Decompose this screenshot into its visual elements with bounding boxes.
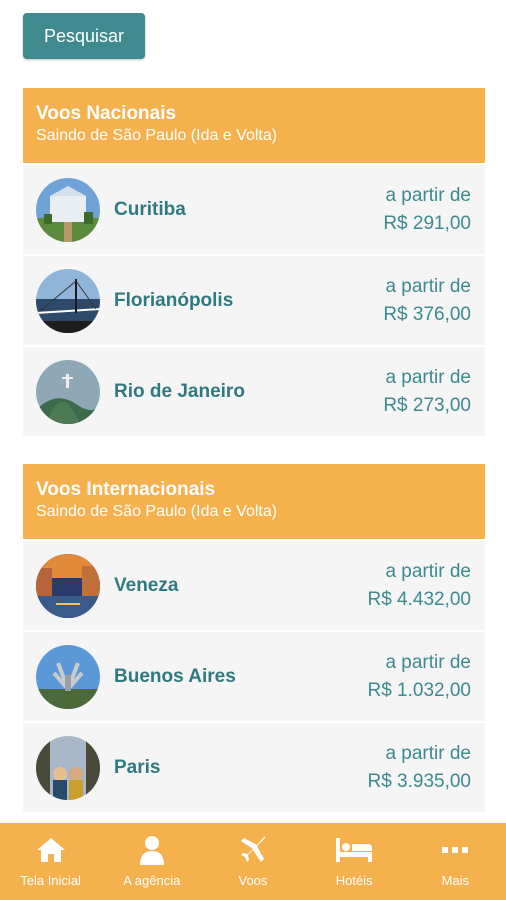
- destination-veneza[interactable]: Veneza a partir de R$ 4.432,00: [23, 541, 485, 630]
- section-title: Voos Internacionais: [36, 479, 216, 500]
- price-box: a partir de R$ 291,00: [383, 182, 471, 238]
- destination-name: Buenos Aires: [114, 665, 236, 687]
- nav-label: Mais: [441, 873, 470, 888]
- nav-item-voos[interactable]: Voos: [203, 835, 303, 888]
- destination-name: Curitiba: [114, 198, 186, 220]
- nav-item-tela-inicial[interactable]: Tela Inicial: [1, 835, 101, 888]
- rio-de-janeiro-photo: [36, 359, 100, 424]
- nav-label: Voos: [238, 873, 268, 888]
- price-box: a partir de R$ 273,00: [383, 364, 471, 420]
- nav-label: Tela Inicial: [20, 873, 81, 888]
- price-prefix: a partir de: [385, 651, 471, 673]
- curitiba-photo: [36, 177, 100, 242]
- price-prefix: a partir de: [385, 560, 471, 582]
- destination-paris[interactable]: Paris a partir de R$ 3.935,00: [23, 723, 485, 812]
- price-value: R$ 376,00: [383, 303, 471, 325]
- destination-name: Veneza: [114, 574, 179, 596]
- buenos-aires-photo: [36, 644, 100, 709]
- home-icon: [35, 835, 67, 865]
- nav-label: A agência: [123, 873, 181, 888]
- paris-photo: [36, 735, 100, 800]
- section-title: Voos Nacionais: [36, 103, 177, 124]
- price-prefix: a partir de: [385, 275, 471, 297]
- destination-curitiba[interactable]: Curitiba a partir de R$ 291,00: [23, 165, 485, 254]
- bottom-navigation: Tela Inicial A agência Voos Hotéis Mais: [0, 823, 506, 900]
- nav-item-a-agencia[interactable]: A agência: [102, 835, 202, 888]
- nav-label: Hotéis: [335, 873, 373, 888]
- price-box: a partir de R$ 3.935,00: [367, 740, 471, 796]
- section-subtitle: Saindo de São Paulo (Ida e Volta): [36, 503, 278, 520]
- veneza-photo: [36, 553, 100, 618]
- price-value: R$ 291,00: [383, 212, 471, 234]
- price-box: a partir de R$ 1.032,00: [367, 649, 471, 705]
- florianopolis-photo: [36, 268, 100, 333]
- price-prefix: a partir de: [385, 184, 471, 206]
- price-box: a partir de R$ 376,00: [383, 273, 471, 329]
- destination-name: Paris: [114, 756, 161, 778]
- price-box: a partir de R$ 4.432,00: [367, 558, 471, 614]
- section-header: Voos Internacionais Saindo de São Paulo …: [23, 464, 485, 539]
- price-value: R$ 1.032,00: [367, 679, 471, 701]
- price-value: R$ 273,00: [383, 394, 471, 416]
- price-prefix: a partir de: [385, 366, 471, 388]
- international-flights-section: Voos Internacionais Saindo de São Paulo …: [23, 464, 485, 812]
- user-icon: [138, 835, 166, 865]
- destination-buenos-aires[interactable]: Buenos Aires a partir de R$ 1.032,00: [23, 632, 485, 721]
- search-button[interactable]: Pesquisar: [23, 13, 145, 59]
- destination-name: Rio de Janeiro: [114, 380, 245, 402]
- more-icon: [441, 835, 469, 865]
- national-flights-section: Voos Nacionais Saindo de São Paulo (Ida …: [23, 88, 485, 436]
- section-subtitle: Saindo de São Paulo (Ida e Volta): [36, 127, 278, 144]
- price-value: R$ 3.935,00: [367, 770, 471, 792]
- nav-item-hoteis[interactable]: Hotéis: [304, 835, 404, 888]
- bed-icon: [335, 835, 373, 865]
- destination-name: Florianópolis: [114, 289, 234, 311]
- price-value: R$ 4.432,00: [367, 588, 471, 610]
- destination-rio-de-janeiro[interactable]: Rio de Janeiro a partir de R$ 273,00: [23, 347, 485, 436]
- price-prefix: a partir de: [385, 742, 471, 764]
- destination-florianopolis[interactable]: Florianópolis a partir de R$ 376,00: [23, 256, 485, 345]
- nav-item-mais[interactable]: Mais: [405, 835, 505, 888]
- section-header: Voos Nacionais Saindo de São Paulo (Ida …: [23, 88, 485, 163]
- airplane-icon: [238, 835, 268, 865]
